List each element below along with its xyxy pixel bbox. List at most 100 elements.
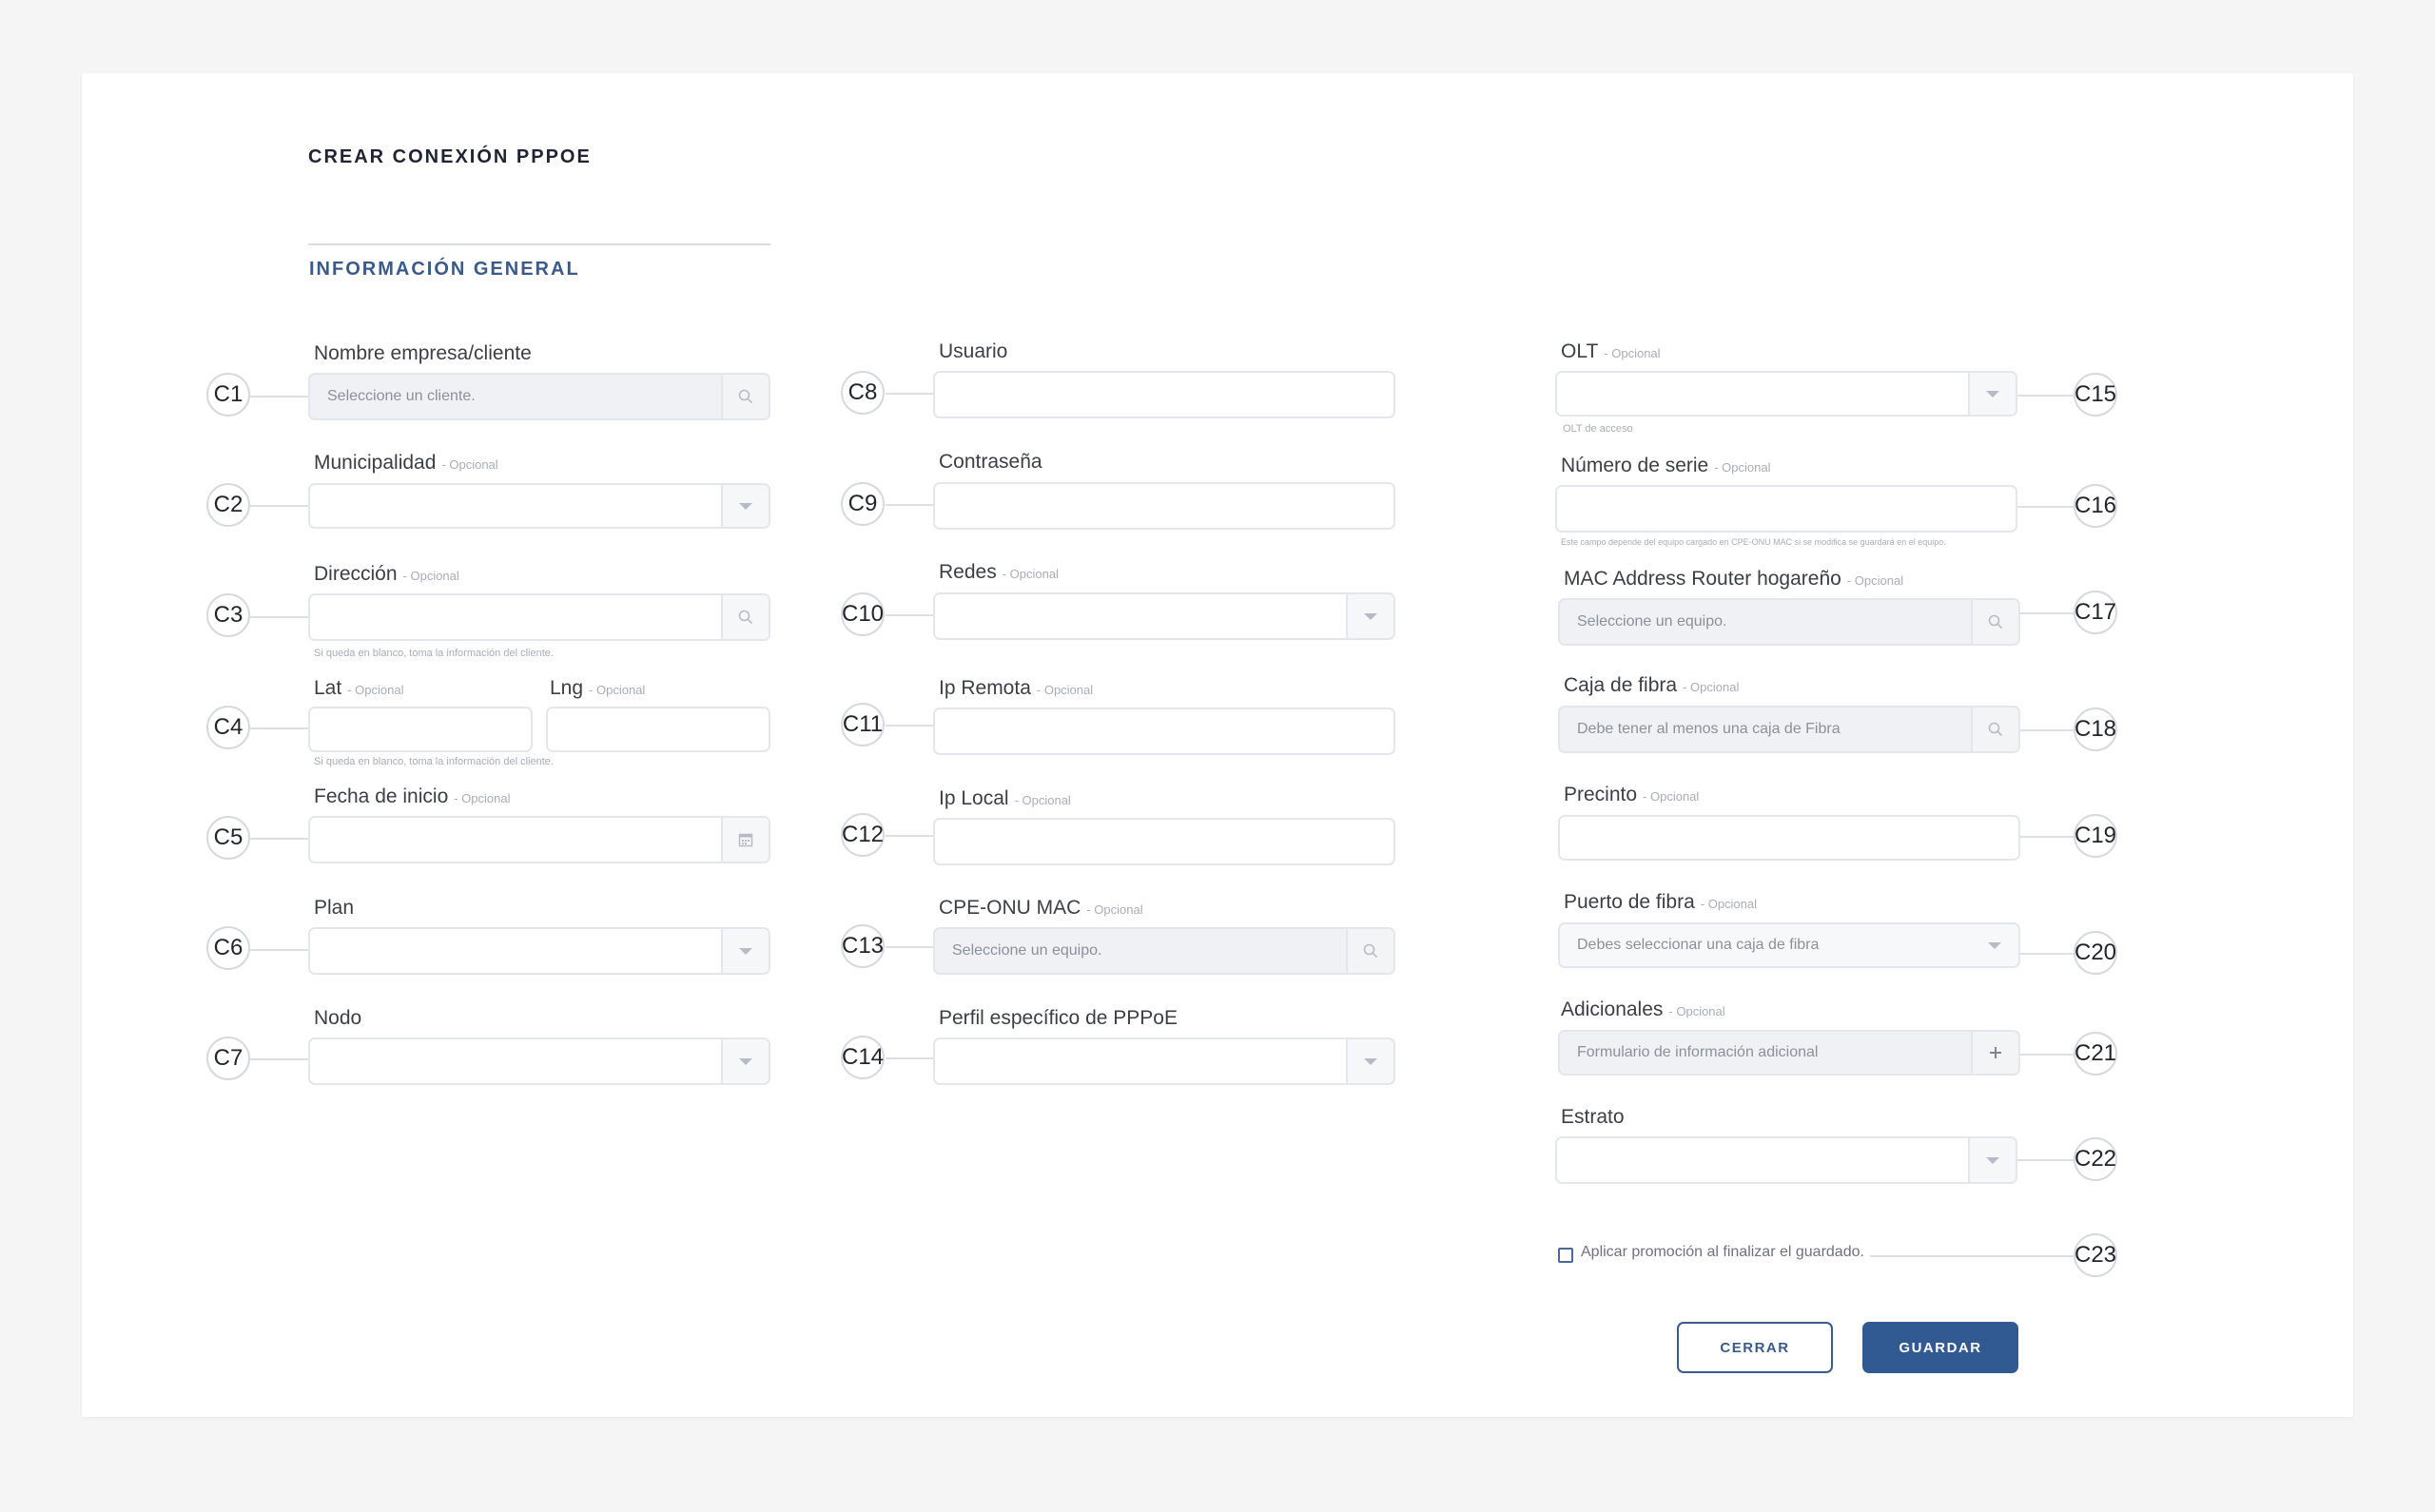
search-icon[interactable] [1971, 600, 2018, 644]
callout-marker: C9 [841, 482, 885, 526]
chevron-down-icon[interactable] [1968, 373, 2016, 415]
label-cpe-onu-mac: CPE-ONU MAC - Opcional [939, 897, 1143, 919]
label-password: Contraseña [939, 451, 1042, 473]
label-serial-number: Número de serie - Opcional [1561, 455, 1771, 476]
callout-marker: C19 [2074, 814, 2117, 858]
label-address: Dirección - Opcional [314, 563, 459, 585]
callout-marker: C10 [841, 592, 885, 636]
calendar-icon[interactable] [721, 818, 769, 862]
callout-marker: C23 [2074, 1233, 2117, 1277]
serial-number-input[interactable] [1555, 485, 2017, 533]
label-olt: OLT - Opcional [1561, 340, 1661, 362]
label-seal: Precinto - Opcional [1564, 784, 1700, 805]
local-ip-input[interactable] [933, 818, 1395, 865]
callout-marker: C6 [206, 926, 250, 970]
callout-marker: C13 [841, 924, 885, 968]
label-local-ip: Ip Local - Opcional [939, 787, 1071, 809]
callout-marker: C16 [2074, 484, 2117, 528]
callout-marker: C5 [206, 816, 250, 860]
client-select[interactable]: Seleccione un cliente. [308, 373, 770, 420]
chevron-down-icon[interactable] [1346, 594, 1393, 638]
callout-marker: C3 [206, 593, 250, 637]
plus-icon[interactable] [1971, 1032, 2018, 1074]
pppoe-profile-select[interactable] [933, 1037, 1395, 1085]
address-input[interactable] [308, 593, 770, 641]
label-additional: Adicionales - Opcional [1561, 998, 1725, 1020]
search-icon[interactable] [1346, 929, 1393, 973]
plan-select[interactable] [308, 927, 770, 975]
label-router-mac: MAC Address Router hogareño - Opcional [1564, 568, 1904, 590]
fiber-box-select[interactable]: Debe tener al menos una caja de Fibra [1558, 706, 2020, 753]
chevron-down-icon[interactable] [1346, 1039, 1393, 1083]
router-mac-placeholder: Seleccione un equipo. [1577, 613, 1727, 630]
chevron-down-icon[interactable] [1971, 924, 2018, 966]
networks-select[interactable] [933, 592, 1395, 640]
callout-marker: C15 [2074, 373, 2117, 417]
serial-help: Este campo depende del equipo cargado en… [1561, 537, 1946, 547]
label-fiber-port: Puerto de fibra - Opcional [1564, 891, 1758, 913]
lng-input[interactable] [546, 707, 770, 752]
chevron-down-icon[interactable] [721, 485, 769, 527]
search-icon[interactable] [721, 595, 769, 639]
callout-marker: C12 [841, 813, 885, 857]
section-divider [308, 243, 770, 245]
seal-input[interactable] [1558, 815, 2020, 861]
router-mac-select[interactable]: Seleccione un equipo. [1558, 598, 2020, 646]
close-button[interactable]: CERRAR [1677, 1322, 1833, 1373]
fiber-box-placeholder: Debe tener al menos una caja de Fibra [1577, 721, 1841, 737]
cpe-onu-mac-select[interactable]: Seleccione un equipo. [933, 927, 1395, 975]
label-networks: Redes - Opcional [939, 561, 1059, 583]
label-lat: Lat - Opcional [314, 677, 404, 699]
client-placeholder: Seleccione un cliente. [327, 388, 476, 404]
callout-marker: C2 [206, 483, 250, 527]
label-plan: Plan [314, 897, 355, 919]
olt-select[interactable] [1555, 371, 2017, 417]
promotion-checkbox[interactable] [1558, 1248, 1573, 1263]
callout-marker: C8 [841, 371, 885, 415]
fiber-port-select[interactable]: Debes seleccionar una caja de fibra [1558, 922, 2020, 968]
user-input[interactable] [933, 371, 1395, 418]
search-icon[interactable] [1971, 708, 2018, 751]
olt-help: OLT de acceso [1563, 423, 1633, 435]
callout-marker: C20 [2074, 931, 2117, 975]
save-button[interactable]: GUARDAR [1862, 1322, 2018, 1373]
node-select[interactable] [308, 1037, 770, 1085]
callout-marker: C11 [841, 703, 885, 746]
label-stratum: Estrato [1561, 1106, 1625, 1128]
remote-ip-input[interactable] [933, 708, 1395, 755]
search-icon[interactable] [721, 375, 769, 418]
callout-marker: C22 [2074, 1137, 2117, 1181]
callout-marker: C17 [2074, 591, 2117, 634]
password-input[interactable] [933, 482, 1395, 530]
stratum-select[interactable] [1555, 1136, 2017, 1184]
callout-marker: C1 [206, 373, 250, 417]
municipality-select[interactable] [308, 483, 770, 529]
chevron-down-icon[interactable] [721, 929, 769, 973]
page-title: CREAR CONEXIÓN PPPOE [308, 146, 592, 167]
callout-marker: C18 [2074, 708, 2117, 751]
label-start-date: Fecha de inicio - Opcional [314, 785, 511, 807]
address-help: Si queda en blanco, toma la información … [314, 648, 554, 659]
callout-marker: C21 [2074, 1032, 2117, 1076]
additional-info-placeholder: Formulario de información adicional [1577, 1044, 1819, 1060]
start-date-input[interactable] [308, 816, 770, 863]
section-title: INFORMACIÓN GENERAL [309, 259, 580, 280]
label-remote-ip: Ip Remota - Opcional [939, 677, 1094, 699]
coords-help: Si queda en blanco, toma la información … [314, 756, 554, 767]
promotion-checkbox-label[interactable]: Aplicar promoción al finalizar el guarda… [1581, 1244, 1864, 1261]
label-pppoe-profile: Perfil específico de PPPoE [939, 1007, 1178, 1029]
callout-marker: C14 [841, 1036, 885, 1079]
label-user: Usuario [939, 340, 1008, 362]
fiber-port-placeholder: Debes seleccionar una caja de fibra [1577, 937, 1820, 953]
chevron-down-icon[interactable] [721, 1039, 769, 1083]
label-client: Nombre empresa/cliente [314, 342, 532, 364]
label-lng: Lng - Opcional [550, 677, 646, 699]
label-municipality: Municipalidad - Opcional [314, 452, 498, 474]
lat-input[interactable] [308, 707, 533, 752]
callout-marker: C4 [206, 706, 250, 749]
label-node: Nodo [314, 1007, 362, 1029]
callout-marker: C7 [206, 1037, 250, 1080]
additional-info-field[interactable]: Formulario de información adicional [1558, 1030, 2020, 1076]
label-fiber-box: Caja de fibra - Opcional [1564, 674, 1740, 696]
chevron-down-icon[interactable] [1968, 1138, 2016, 1182]
